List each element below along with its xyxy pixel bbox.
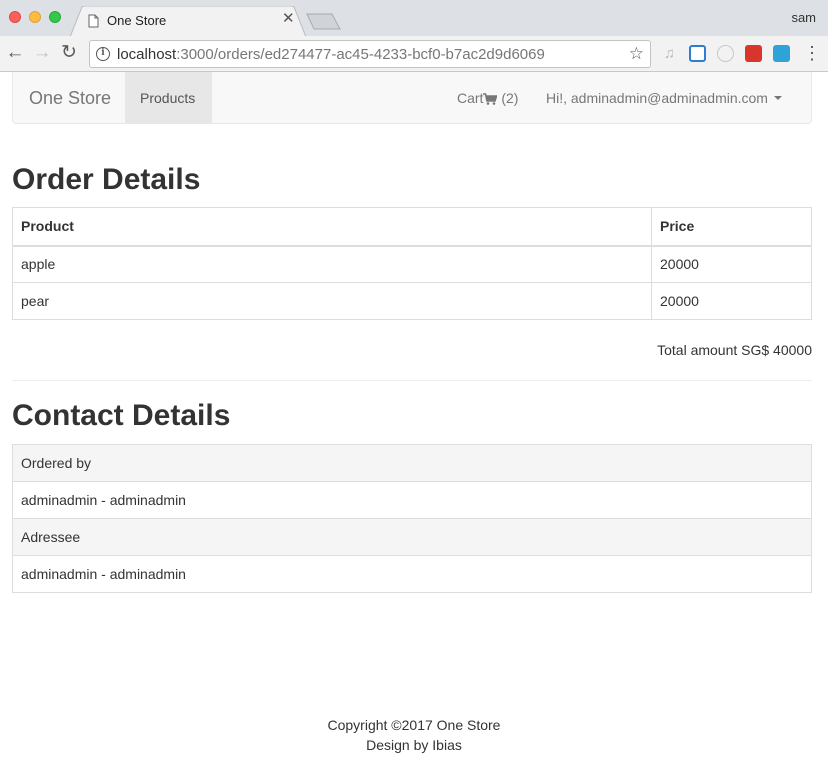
url-host: localhost: [117, 46, 177, 63]
product-cell: apple: [12, 245, 652, 283]
list-item: Ordered by: [12, 444, 812, 482]
new-tab-button[interactable]: [306, 13, 342, 31]
browser-title-bar: One Store ✕ sam: [0, 0, 828, 37]
screenshot-extension-icon[interactable]: [689, 45, 706, 62]
ordered-by-value: adminadmin - adminadmin: [12, 481, 812, 519]
column-header-price: Price: [651, 207, 812, 247]
contact-table: Ordered by adminadmin - adminadmin Adres…: [12, 444, 812, 593]
cart-count: (2): [501, 90, 519, 106]
contact-details-heading: Contact Details: [12, 399, 231, 432]
order-details-heading: Order Details: [12, 163, 201, 196]
reload-icon[interactable]: ↻: [58, 42, 80, 64]
list-item: adminadmin - adminadmin: [12, 481, 812, 519]
design-credit: Design by Ibias: [366, 737, 462, 753]
music-extension-icon[interactable]: ♫: [661, 45, 678, 62]
order-table: Product Price apple 20000 pear 20000: [12, 207, 812, 320]
table-row: apple 20000: [12, 245, 812, 283]
price-cell: 20000: [651, 245, 812, 283]
list-item: Adressee: [12, 518, 812, 556]
site-footer: Copyright ©2017 One Store Design by Ibia…: [0, 715, 828, 755]
close-window-button[interactable]: [9, 11, 21, 23]
browser-menu-icon[interactable]: ⋮: [803, 41, 821, 65]
minimize-window-button[interactable]: [29, 11, 41, 23]
table-header-row: Product Price: [12, 207, 812, 247]
user-dropdown[interactable]: Hi!, adminadmin@adminadmin.com: [546, 90, 782, 106]
back-arrow-icon[interactable]: ←: [4, 42, 26, 64]
brand-link[interactable]: One Store: [29, 88, 111, 109]
bookmark-star-icon[interactable]: ☆: [629, 44, 644, 64]
nav-products[interactable]: Products: [125, 72, 212, 123]
circle-extension-icon[interactable]: [717, 45, 734, 62]
ordered-by-label: Ordered by: [12, 444, 812, 482]
tab-title: One Store: [107, 13, 167, 28]
tab-shape: [70, 6, 306, 37]
user-greeting: Hi!, adminadmin@adminadmin.com: [546, 90, 768, 106]
browser-tab[interactable]: One Store ✕: [70, 6, 306, 37]
divider: [12, 380, 812, 381]
adressee-value: adminadmin - adminadmin: [12, 555, 812, 593]
site-navbar: One Store Products Cart (2) Hi!, adminad…: [12, 72, 812, 124]
column-header-product: Product: [12, 207, 652, 247]
page-content: One Store Products Cart (2) Hi!, adminad…: [0, 72, 828, 770]
page-icon: [88, 14, 99, 28]
address-bar[interactable]: i localhost:3000/orders/ed274477-ac45-42…: [89, 40, 651, 68]
profile-name[interactable]: sam: [791, 10, 816, 25]
book-extension-icon[interactable]: [773, 45, 790, 62]
product-cell: pear: [12, 282, 652, 320]
shopping-cart-icon: [483, 93, 499, 105]
copyright-text: Copyright ©2017 One Store: [327, 717, 501, 733]
forward-arrow-icon[interactable]: →: [31, 42, 53, 64]
cart-label: Cart: [457, 90, 484, 106]
price-cell: 20000: [651, 282, 812, 320]
nav-products-label: Products: [140, 90, 196, 106]
table-row: pear 20000: [12, 282, 812, 320]
info-icon[interactable]: i: [96, 47, 110, 61]
total-amount: Total amount SG$ 40000: [657, 342, 812, 358]
url-text[interactable]: localhost:3000/orders/ed274477-ac45-4233…: [117, 46, 545, 63]
maximize-window-button[interactable]: [49, 11, 61, 23]
browser-toolbar: ← → ↻ i localhost:3000/orders/ed274477-a…: [0, 36, 828, 72]
caret-down-icon: [773, 96, 782, 100]
red-extension-icon[interactable]: [745, 45, 762, 62]
url-path: :3000/orders/ed274477-ac45-4233-bcf0-b7a…: [176, 46, 545, 63]
list-item: adminadmin - adminadmin: [12, 555, 812, 593]
adressee-label: Adressee: [12, 518, 812, 556]
close-tab-icon[interactable]: ✕: [282, 11, 295, 27]
cart-link[interactable]: Cart (2): [457, 90, 518, 106]
